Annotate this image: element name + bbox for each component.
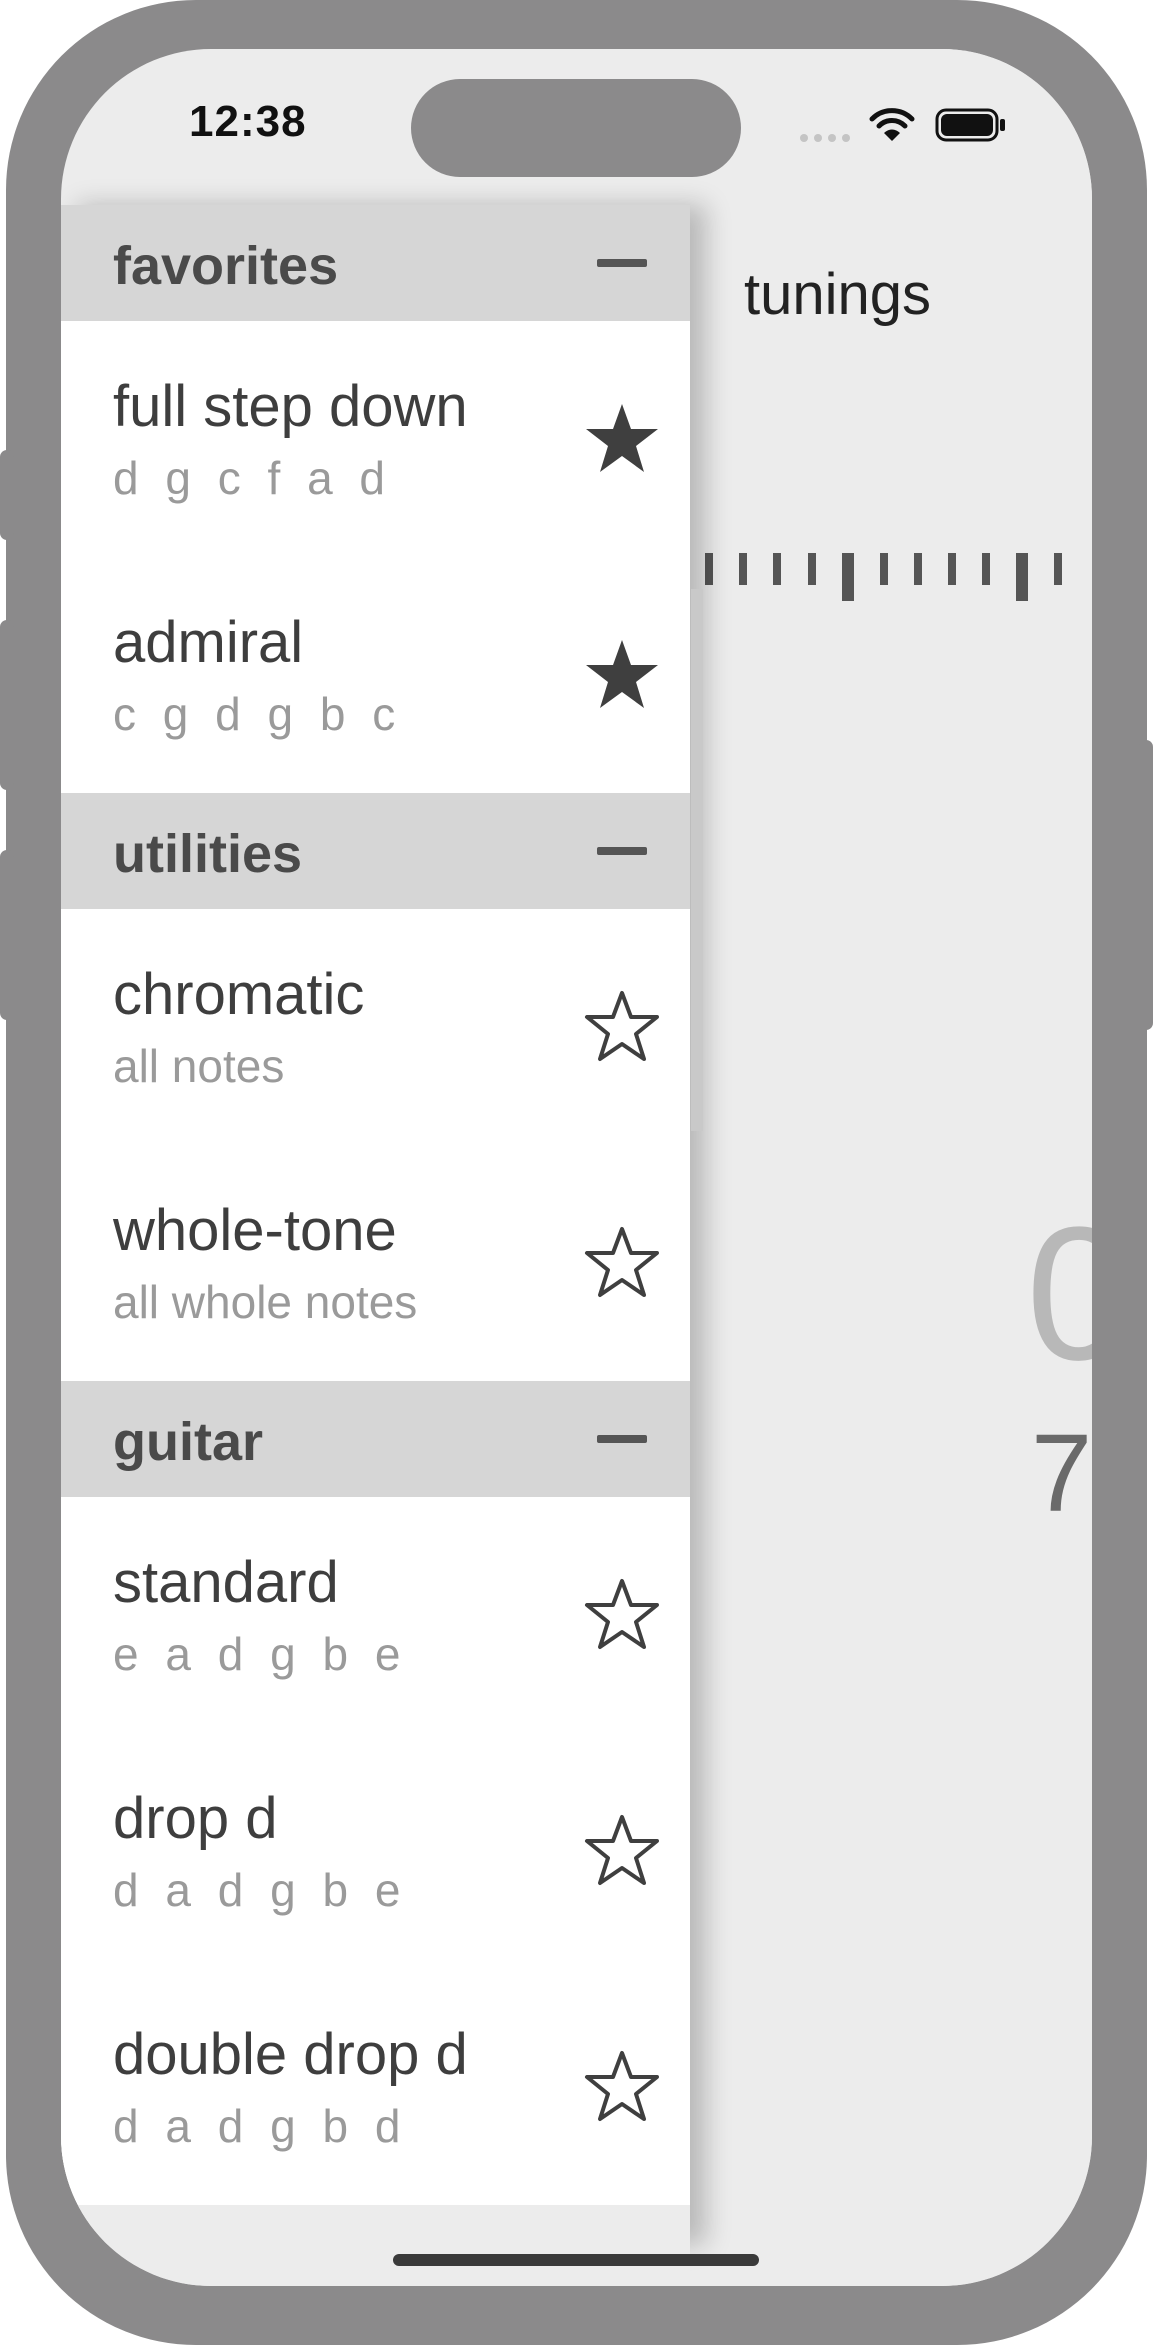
tuning-notes: d a d g b d [113,2100,408,2152]
page-title: tunings [744,262,932,327]
tuning-row[interactable]: full step down d g c f a d [61,321,690,557]
tuner-main-view [690,49,1092,2286]
volume-down-button [0,850,14,1020]
star-filled-icon[interactable] [584,401,660,475]
tuning-notes: all notes [113,1040,285,1092]
tuning-notes: d g c f a d [113,452,393,504]
tuning-name: whole-tone [113,1198,397,1263]
tuning-name: double drop d [113,2022,468,2087]
drawer-bottom-spacer [61,2205,690,2286]
dynamic-island [411,79,741,177]
tunings-drawer: favorites full step down d g c f a d adm… [61,205,690,2286]
tuning-meter-scale [705,553,1062,601]
tuning-notes: all whole notes [113,1276,418,1328]
tuning-row[interactable]: double drop d d a d g b d [61,1969,690,2205]
power-button [1139,740,1153,1030]
volume-up-button [0,620,14,790]
star-outline-icon[interactable] [584,989,660,1063]
minus-icon[interactable] [597,259,647,267]
tuning-name: chromatic [113,962,365,1027]
tuning-notes: d a d g b e [113,1864,408,1916]
wifi-icon [869,108,915,141]
star-outline-icon[interactable] [584,1225,660,1299]
home-indicator[interactable] [393,2254,759,2266]
cellular-signal-icon [800,134,850,142]
section-title: guitar [113,1412,264,1472]
status-time: 12:38 [189,97,307,146]
star-outline-icon[interactable] [584,1577,660,1651]
tuning-notes: e a d g b e [113,1628,408,1680]
tuning-row[interactable]: drop d d a d g b e [61,1733,690,1969]
tuning-row[interactable]: chromatic all notes [61,909,690,1145]
section-header-guitar: guitar [61,1381,690,1497]
tuning-name: admiral [113,610,304,675]
detected-frequency: 7 [1031,1412,1092,1535]
drawer-scrollbar[interactable] [691,589,703,1131]
tuning-row[interactable]: admiral c g d g b c [61,557,690,793]
battery-icon [935,108,1005,142]
tuning-name: full step down [113,374,468,439]
screen: 12:38 tunings 0 7 favorites full step do… [61,49,1092,2286]
star-outline-icon[interactable] [584,1813,660,1887]
tuning-row[interactable]: standard e a d g b e [61,1497,690,1733]
detected-note: 0 [1026,1188,1092,1400]
action-button [0,450,14,540]
status-bar: 12:38 [61,49,1092,205]
tuning-name: standard [113,1550,339,1615]
section-header-utilities: utilities [61,793,690,909]
minus-icon[interactable] [597,847,647,855]
tuning-name: drop d [113,1786,278,1851]
section-title: utilities [113,824,303,884]
section-header-favorites: favorites [61,205,690,321]
section-title: favorites [113,236,339,296]
star-filled-icon[interactable] [584,637,660,711]
tuning-notes: c g d g b c [113,688,403,740]
minus-icon[interactable] [597,1435,647,1443]
tuning-row[interactable]: whole-tone all whole notes [61,1145,690,1381]
star-outline-icon[interactable] [584,2049,660,2123]
